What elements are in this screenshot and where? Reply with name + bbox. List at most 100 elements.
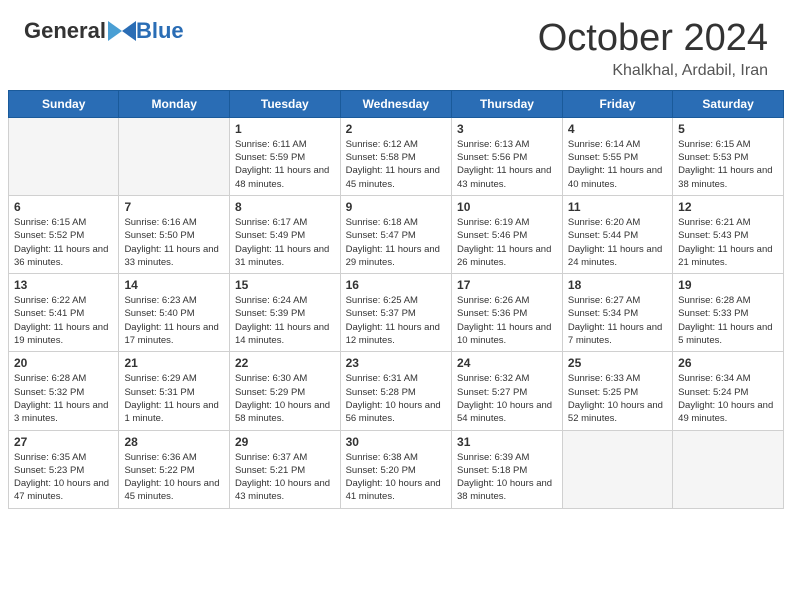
day-number: 19 [678, 278, 778, 292]
logo: General Blue [24, 18, 184, 44]
logo-blue-text: Blue [136, 18, 184, 44]
calendar-day-cell: 26 Sunrise: 6:34 AMSunset: 5:24 PMDayligh… [673, 352, 784, 430]
day-number: 23 [346, 356, 446, 370]
calendar-day-cell: 10Sunrise: 6:19 AMSunset: 5:46 PMDayligh… [452, 195, 563, 273]
day-detail: Sunrise: 6:26 AMSunset: 5:36 PMDaylight:… [457, 294, 557, 347]
day-number: 8 [235, 200, 335, 214]
day-number: 25 [568, 356, 667, 370]
calendar-day-cell: 15Sunrise: 6:24 AMSunset: 5:39 PMDayligh… [229, 274, 340, 352]
calendar-day-cell: 16 Sunrise: 6:25 AMSunset: 5:37 PMDayligh… [340, 274, 451, 352]
calendar-day-cell: 13Sunrise: 6:22 AMSunset: 5:41 PMDayligh… [9, 274, 119, 352]
day-number: 1 [235, 122, 335, 136]
calendar-day-cell: 7Sunrise: 6:16 AMSunset: 5:50 PMDaylight… [119, 195, 230, 273]
day-detail: Sunrise: 6:14 AMSunset: 5:55 PMDaylight:… [568, 138, 667, 191]
day-detail: Sunrise: 6:11 AMSunset: 5:59 PMDaylight:… [235, 138, 335, 191]
calendar-week-row: 6 Sunrise: 6:15 AMSunset: 5:52 PMDaylight… [9, 195, 784, 273]
day-number: 3 [457, 122, 557, 136]
page: General Blue October 2024 Khalkhal, Arda… [0, 0, 792, 612]
day-detail: Sunrise: 6:21 AMSunset: 5:43 PMDaylight:… [678, 216, 778, 269]
calendar-day-cell [119, 117, 230, 195]
location-title: Khalkhal, Ardabil, Iran [538, 62, 768, 80]
day-number: 2 [346, 122, 446, 136]
calendar-day-cell: 3Sunrise: 6:13 AMSunset: 5:56 PMDaylight… [452, 117, 563, 195]
calendar-weekday-header: Sunday [9, 90, 119, 117]
day-number: 5 [678, 122, 778, 136]
calendar-day-cell: 9 Sunrise: 6:18 AMSunset: 5:47 PMDaylight… [340, 195, 451, 273]
day-number: 30 [346, 435, 446, 449]
calendar-day-cell: 2Sunrise: 6:12 AMSunset: 5:58 PMDaylight… [340, 117, 451, 195]
day-detail: Sunrise: 6:39 AMSunset: 5:18 PMDaylight:… [457, 451, 557, 504]
calendar-wrapper: SundayMondayTuesdayWednesdayThursdayFrid… [0, 90, 792, 519]
day-detail: Sunrise: 6:34 AMSunset: 5:24 PMDaylight:… [678, 372, 778, 425]
calendar-day-cell: 11Sunrise: 6:20 AMSunset: 5:44 PMDayligh… [562, 195, 672, 273]
day-number: 9 [346, 200, 446, 214]
calendar-week-row: 27 Sunrise: 6:35 AMSunset: 5:23 PMDayligh… [9, 430, 784, 508]
day-detail: Sunrise: 6:17 AMSunset: 5:49 PMDaylight:… [235, 216, 335, 269]
day-detail: Sunrise: 6:38 AMSunset: 5:20 PMDaylight:… [346, 451, 446, 504]
logo-general-text: General [24, 18, 106, 44]
day-number: 16 [346, 278, 446, 292]
calendar-day-cell: 14 Sunrise: 6:23 AMSunset: 5:40 PMDayligh… [119, 274, 230, 352]
day-detail: Sunrise: 6:18 AMSunset: 5:47 PMDaylight:… [346, 216, 446, 269]
calendar-day-cell: 4 Sunrise: 6:14 AMSunset: 5:55 PMDaylight… [562, 117, 672, 195]
day-number: 24 [457, 356, 557, 370]
day-number: 22 [235, 356, 335, 370]
day-number: 14 [124, 278, 224, 292]
calendar-weekday-header: Saturday [673, 90, 784, 117]
day-number: 10 [457, 200, 557, 214]
calendar-week-row: 1 Sunrise: 6:11 AMSunset: 5:59 PMDaylight… [9, 117, 784, 195]
calendar-day-cell [673, 430, 784, 508]
day-detail: Sunrise: 6:16 AMSunset: 5:50 PMDaylight:… [124, 216, 224, 269]
day-detail: Sunrise: 6:23 AMSunset: 5:40 PMDaylight:… [124, 294, 224, 347]
calendar-week-row: 20 Sunrise: 6:28 AMSunset: 5:32 PMDayligh… [9, 352, 784, 430]
day-number: 11 [568, 200, 667, 214]
day-number: 20 [14, 356, 113, 370]
day-number: 26 [678, 356, 778, 370]
month-title: October 2024 [538, 18, 768, 60]
calendar-day-cell: 6 Sunrise: 6:15 AMSunset: 5:52 PMDaylight… [9, 195, 119, 273]
day-number: 31 [457, 435, 557, 449]
day-detail: Sunrise: 6:33 AMSunset: 5:25 PMDaylight:… [568, 372, 667, 425]
header: General Blue October 2024 Khalkhal, Arda… [0, 0, 792, 90]
calendar-day-cell: 1 Sunrise: 6:11 AMSunset: 5:59 PMDaylight… [229, 117, 340, 195]
calendar-day-cell: 27 Sunrise: 6:35 AMSunset: 5:23 PMDayligh… [9, 430, 119, 508]
day-number: 28 [124, 435, 224, 449]
calendar-table: SundayMondayTuesdayWednesdayThursdayFrid… [8, 90, 784, 509]
day-number: 4 [568, 122, 667, 136]
day-detail: Sunrise: 6:24 AMSunset: 5:39 PMDaylight:… [235, 294, 335, 347]
day-detail: Sunrise: 6:27 AMSunset: 5:34 PMDaylight:… [568, 294, 667, 347]
calendar-day-cell: 29 Sunrise: 6:37 AMSunset: 5:21 PMDayligh… [229, 430, 340, 508]
day-detail: Sunrise: 6:28 AMSunset: 5:32 PMDaylight:… [14, 372, 113, 425]
day-number: 6 [14, 200, 113, 214]
calendar-day-cell: 18Sunrise: 6:27 AMSunset: 5:34 PMDayligh… [562, 274, 672, 352]
calendar-weekday-header: Wednesday [340, 90, 451, 117]
day-number: 17 [457, 278, 557, 292]
calendar-day-cell: 21 Sunrise: 6:29 AMSunset: 5:31 PMDayligh… [119, 352, 230, 430]
day-detail: Sunrise: 6:28 AMSunset: 5:33 PMDaylight:… [678, 294, 778, 347]
day-number: 27 [14, 435, 113, 449]
calendar-day-cell: 12 Sunrise: 6:21 AMSunset: 5:43 PMDayligh… [673, 195, 784, 273]
day-detail: Sunrise: 6:15 AMSunset: 5:53 PMDaylight:… [678, 138, 778, 191]
calendar-day-cell [9, 117, 119, 195]
day-detail: Sunrise: 6:32 AMSunset: 5:27 PMDaylight:… [457, 372, 557, 425]
calendar-header-row: SundayMondayTuesdayWednesdayThursdayFrid… [9, 90, 784, 117]
day-detail: Sunrise: 6:25 AMSunset: 5:37 PMDaylight:… [346, 294, 446, 347]
calendar-weekday-header: Thursday [452, 90, 563, 117]
calendar-weekday-header: Tuesday [229, 90, 340, 117]
calendar-day-cell: 20 Sunrise: 6:28 AMSunset: 5:32 PMDayligh… [9, 352, 119, 430]
day-detail: Sunrise: 6:37 AMSunset: 5:21 PMDaylight:… [235, 451, 335, 504]
calendar-day-cell: 5 Sunrise: 6:15 AMSunset: 5:53 PMDaylight… [673, 117, 784, 195]
day-detail: Sunrise: 6:35 AMSunset: 5:23 PMDaylight:… [14, 451, 113, 504]
day-detail: Sunrise: 6:22 AMSunset: 5:41 PMDaylight:… [14, 294, 113, 347]
day-number: 21 [124, 356, 224, 370]
day-number: 12 [678, 200, 778, 214]
calendar-weekday-header: Friday [562, 90, 672, 117]
logo-text: General Blue [24, 18, 184, 44]
calendar-day-cell: 17 Sunrise: 6:26 AMSunset: 5:36 PMDayligh… [452, 274, 563, 352]
calendar-day-cell: 8 Sunrise: 6:17 AMSunset: 5:49 PMDaylight… [229, 195, 340, 273]
calendar-day-cell: 28Sunrise: 6:36 AMSunset: 5:22 PMDayligh… [119, 430, 230, 508]
day-detail: Sunrise: 6:29 AMSunset: 5:31 PMDaylight:… [124, 372, 224, 425]
calendar-week-row: 13Sunrise: 6:22 AMSunset: 5:41 PMDayligh… [9, 274, 784, 352]
day-number: 29 [235, 435, 335, 449]
day-detail: Sunrise: 6:15 AMSunset: 5:52 PMDaylight:… [14, 216, 113, 269]
